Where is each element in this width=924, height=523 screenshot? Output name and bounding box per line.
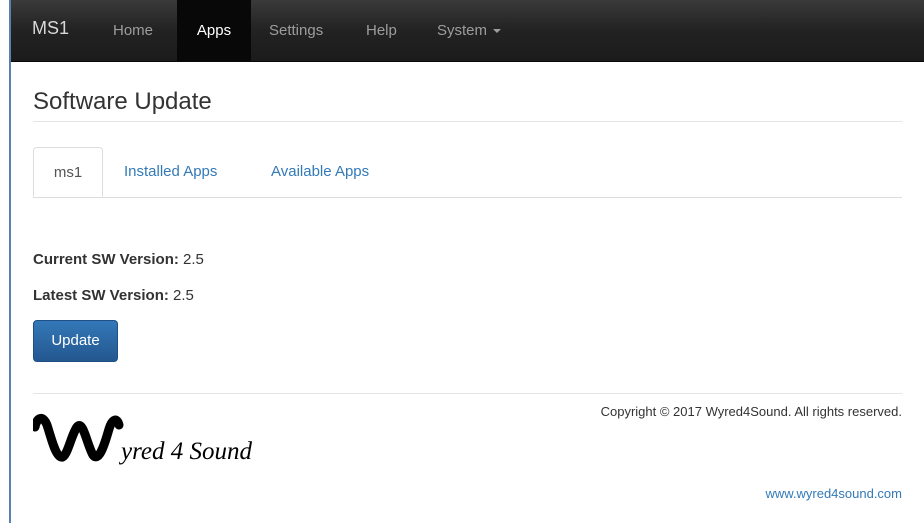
tabs-baseline	[33, 197, 902, 198]
title-divider	[33, 121, 902, 122]
nav-item-label: Settings	[269, 22, 324, 39]
wyred4sound-logo: yred 4 Sound	[33, 414, 252, 465]
latest-version-label: Latest SW Version:	[33, 287, 169, 304]
window-left-edge	[0, 0, 11, 523]
tab-installed-apps[interactable]: Installed Apps	[124, 147, 217, 197]
nav-item-home[interactable]: Home	[113, 0, 153, 61]
current-version-row: Current SW Version: 2.5	[33, 251, 204, 268]
footer-divider	[33, 393, 902, 394]
chevron-down-icon	[493, 29, 502, 34]
latest-version-row: Latest SW Version: 2.5	[33, 287, 194, 304]
nav-item-settings[interactable]: Settings	[269, 0, 323, 61]
nav-item-system[interactable]: System	[437, 0, 502, 61]
page-title: Software Update	[33, 88, 212, 115]
tab-label: Available Apps	[271, 163, 370, 180]
top-navbar: MS1 Home Apps Settings Help System	[11, 0, 924, 62]
tab-ms1[interactable]: ms1	[33, 147, 103, 197]
nav-item-label: Apps	[196, 22, 232, 39]
window-border	[9, 0, 11, 523]
nav-item-label: Help	[366, 22, 397, 39]
tab-label: ms1	[53, 164, 83, 181]
website-link[interactable]: www.wyred4sound.com	[765, 486, 902, 501]
current-version-value: 2.5	[183, 251, 204, 268]
nav-item-label: System	[437, 22, 488, 39]
latest-version-value: 2.5	[173, 287, 194, 304]
logo-wordmark: yred 4 Sound	[118, 438, 252, 465]
tab-label: Installed Apps	[124, 163, 218, 180]
current-version-label: Current SW Version:	[33, 251, 179, 268]
nav-item-label: Home	[113, 22, 154, 39]
tab-available-apps[interactable]: Available Apps	[271, 147, 369, 197]
update-button[interactable]: Update	[33, 320, 118, 362]
nav-item-help[interactable]: Help	[366, 0, 397, 61]
nav-item-apps[interactable]: Apps	[177, 0, 251, 61]
copyright-text: Copyright © 2017 Wyred4Sound. All rights…	[600, 404, 902, 419]
navbar-brand[interactable]: MS1	[32, 18, 69, 39]
